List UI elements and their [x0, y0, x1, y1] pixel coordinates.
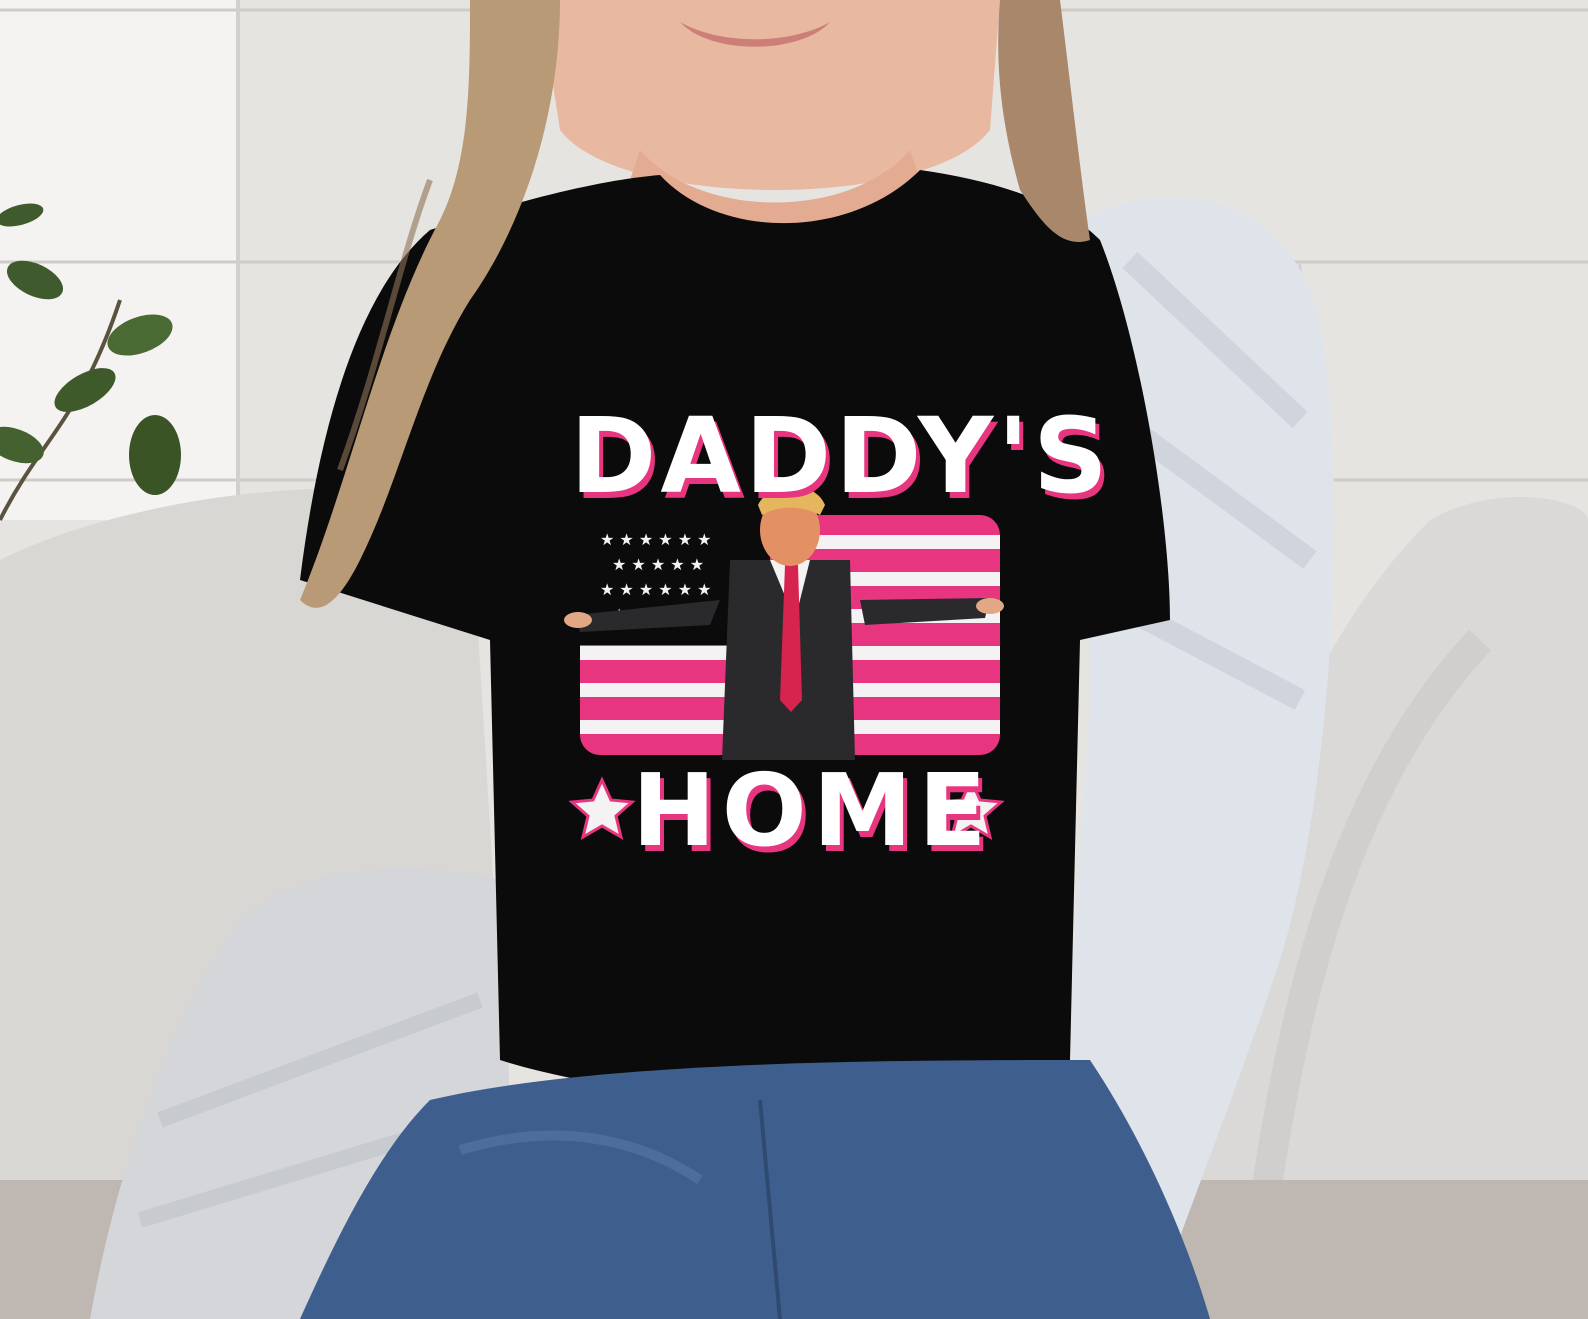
shirt-print-line1: DADDY'S: [570, 395, 1112, 517]
svg-text:★ ★ ★ ★ ★ ★: ★ ★ ★ ★ ★ ★: [600, 530, 712, 549]
svg-text:★ ★ ★ ★ ★: ★ ★ ★ ★ ★: [612, 555, 704, 574]
product-photo: ★ ★ ★ ★ ★ ★ ★ ★ ★ ★ ★ ★ ★ ★ ★ ★ ★ ★ ★ ★ …: [0, 0, 1588, 1319]
svg-text:★ ★ ★ ★ ★ ★: ★ ★ ★ ★ ★ ★: [600, 580, 712, 599]
jeans: [300, 1060, 1210, 1319]
shirt-print-line2: HOME: [632, 752, 993, 869]
